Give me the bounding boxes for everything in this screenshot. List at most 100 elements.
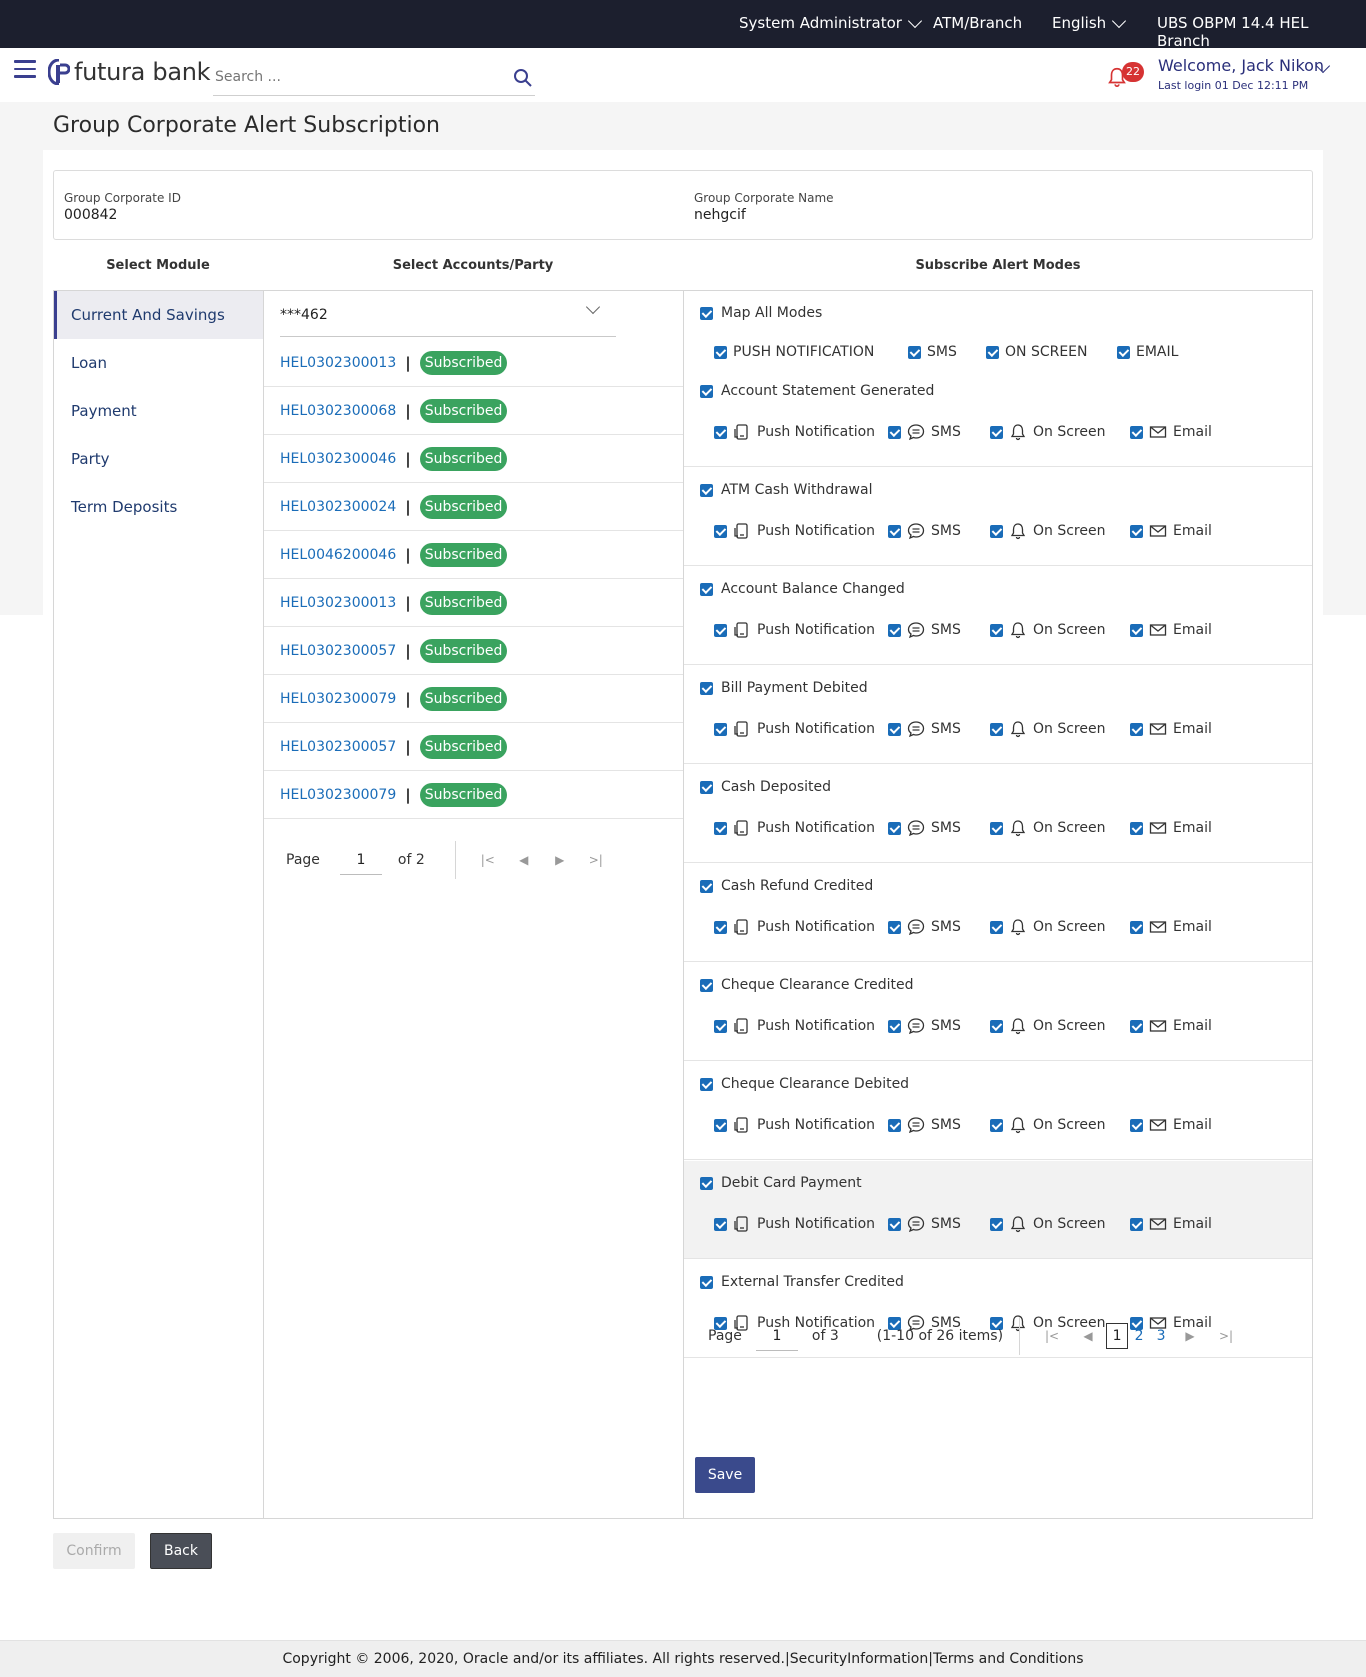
account-link[interactable]: HEL0302300068 [280,403,396,419]
terms-link[interactable]: Terms and Conditions [933,1651,1084,1667]
map-sms-checkbox[interactable]: SMS [908,344,957,360]
menu-icon[interactable] [14,60,36,78]
checkbox-checked-icon [714,821,727,835]
on-screen-checkbox[interactable]: On Screen [990,621,1105,639]
role-dropdown[interactable]: System Administrator [739,13,923,32]
alert-checkbox[interactable]: Cash Deposited [700,779,831,795]
map-all-modes-checkbox[interactable]: Map All Modes [700,305,822,321]
search-icon[interactable] [513,68,533,88]
save-button[interactable]: Save [695,1457,755,1493]
email-checkbox[interactable]: Email [1130,720,1212,738]
alert-checkbox[interactable]: Bill Payment Debited [700,680,868,696]
module-payment[interactable]: Payment [54,387,263,435]
next-page-icon[interactable]: ▶ [1172,1329,1208,1343]
on-screen-checkbox[interactable]: On Screen [990,819,1105,837]
alert-checkbox[interactable]: Account Statement Generated [700,383,934,399]
page-number-2[interactable]: 2 [1128,1328,1150,1344]
security-information-link[interactable]: SecurityInformation [790,1651,929,1667]
sms-checkbox[interactable]: SMS [888,1017,961,1035]
push-notification-checkbox[interactable]: Push Notification [714,423,875,441]
bank-logo[interactable]: futura bank [48,58,211,86]
first-page-icon[interactable]: |< [470,853,506,867]
sms-checkbox[interactable]: SMS [888,819,961,837]
push-notification-checkbox[interactable]: Push Notification [714,918,875,936]
email-checkbox[interactable]: Email [1130,621,1212,639]
sms-checkbox[interactable]: SMS [888,720,961,738]
checkbox-checked-icon [714,920,727,934]
push-notification-checkbox[interactable]: Push Notification [714,1116,875,1134]
chevron-down-icon [585,299,601,315]
page-number-1[interactable]: 1 [1106,1323,1129,1349]
email-checkbox[interactable]: Email [1130,918,1212,936]
account-link[interactable]: HEL0302300013 [280,355,396,371]
account-link[interactable]: HEL0302300057 [280,643,396,659]
sms-checkbox[interactable]: SMS [888,1116,961,1134]
notifications-button[interactable]: 22 [1106,60,1146,90]
alert-checkbox[interactable]: ATM Cash Withdrawal [700,482,872,498]
search-input[interactable] [213,62,493,92]
account-link[interactable]: HEL0046200046 [280,547,396,563]
module-loan[interactable]: Loan [54,339,263,387]
account-dropdown[interactable]: ***462 [280,293,616,337]
atm-branch-link[interactable]: ATM/Branch [933,14,1022,32]
push-notification-checkbox[interactable]: Push Notification [714,621,875,639]
email-checkbox[interactable]: Email [1130,522,1212,540]
email-checkbox[interactable]: Email [1130,1215,1212,1233]
on-screen-checkbox[interactable]: On Screen [990,1116,1105,1134]
confirm-button[interactable]: Confirm [53,1533,135,1569]
map-email-checkbox[interactable]: EMAIL [1117,344,1178,360]
accounts-page-input[interactable] [339,845,382,875]
last-page-icon[interactable]: >| [578,853,614,867]
email-checkbox[interactable]: Email [1130,819,1212,837]
alert-checkbox[interactable]: Cash Refund Credited [700,878,873,894]
alert-checkbox[interactable]: External Transfer Credited [700,1274,904,1290]
module-party[interactable]: Party [54,435,263,483]
module-term-deposits[interactable]: Term Deposits [54,483,263,531]
sms-checkbox[interactable]: SMS [888,621,961,639]
account-link[interactable]: HEL0302300024 [280,499,396,515]
on-screen-checkbox[interactable]: On Screen [990,1017,1105,1035]
email-checkbox[interactable]: Email [1130,423,1212,441]
push-notification-checkbox[interactable]: Push Notification [714,819,875,837]
account-link[interactable]: HEL0302300057 [280,739,396,755]
push-notification-checkbox[interactable]: Push Notification [714,522,875,540]
module-current-and-savings[interactable]: Current And Savings [54,291,263,339]
prev-page-icon[interactable]: ◀ [1070,1329,1106,1343]
alert-checkbox[interactable]: Debit Card Payment [700,1175,862,1191]
on-screen-checkbox[interactable]: On Screen [990,423,1105,441]
email-checkbox[interactable]: Email [1130,1116,1212,1134]
alert-checkbox[interactable]: Account Balance Changed [700,581,905,597]
first-page-icon[interactable]: |< [1034,1329,1070,1343]
page-number-3[interactable]: 3 [1150,1328,1172,1344]
prev-page-icon[interactable]: ◀ [506,853,542,867]
push-notification-icon [734,523,748,539]
user-menu[interactable]: Welcome, Jack Nikon Last login 01 Dec 12… [1158,56,1324,92]
on-screen-checkbox[interactable]: On Screen [990,522,1105,540]
branch-selector[interactable]: UBS OBPM 14.4 HEL Branch [1157,14,1366,50]
push-notification-checkbox[interactable]: Push Notification [714,1017,875,1035]
on-screen-checkbox[interactable]: On Screen [990,918,1105,936]
back-button[interactable]: Back [150,1533,212,1569]
last-page-icon[interactable]: >| [1208,1329,1244,1343]
account-link[interactable]: HEL0302300079 [280,787,396,803]
sms-checkbox[interactable]: SMS [888,918,961,936]
alert-checkbox[interactable]: Cheque Clearance Credited [700,977,914,993]
checkbox-checked-icon [1130,425,1143,439]
email-checkbox[interactable]: Email [1130,1017,1212,1035]
sms-checkbox[interactable]: SMS [888,423,961,441]
language-dropdown[interactable]: English [1052,13,1127,32]
account-link[interactable]: HEL0302300079 [280,691,396,707]
next-page-icon[interactable]: ▶ [542,853,578,867]
sms-checkbox[interactable]: SMS [888,522,961,540]
account-link[interactable]: HEL0302300046 [280,451,396,467]
push-notification-checkbox[interactable]: Push Notification [714,1215,875,1233]
sms-checkbox[interactable]: SMS [888,1215,961,1233]
map-push-checkbox[interactable]: PUSH NOTIFICATION [714,344,874,360]
push-notification-checkbox[interactable]: Push Notification [714,720,875,738]
on-screen-checkbox[interactable]: On Screen [990,720,1105,738]
alerts-page-input[interactable] [755,1321,798,1351]
map-on-screen-checkbox[interactable]: ON SCREEN [986,344,1088,360]
account-link[interactable]: HEL0302300013 [280,595,396,611]
on-screen-checkbox[interactable]: On Screen [990,1215,1105,1233]
alert-checkbox[interactable]: Cheque Clearance Debited [700,1076,909,1092]
